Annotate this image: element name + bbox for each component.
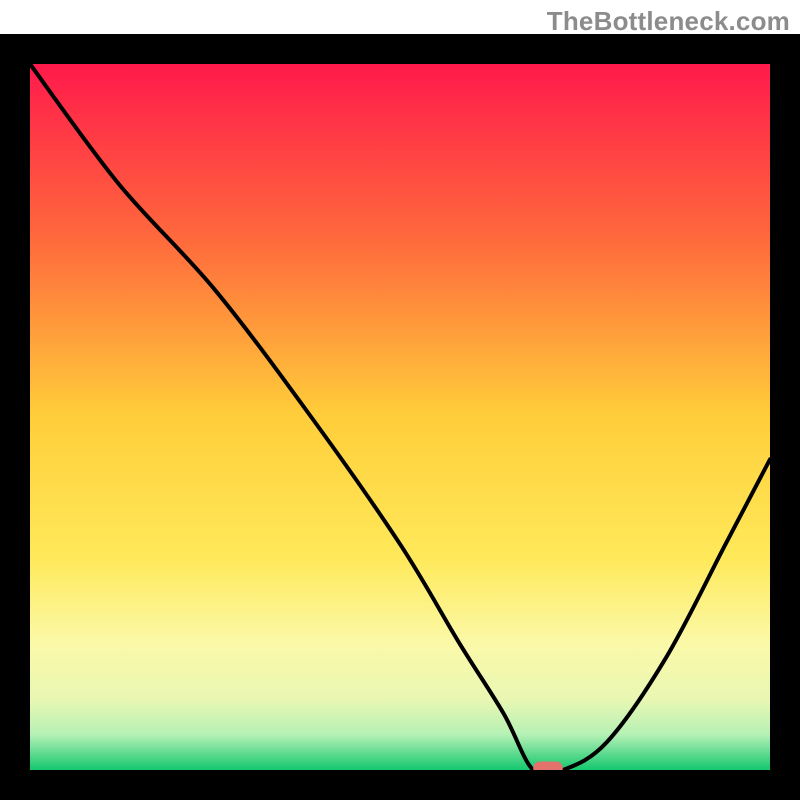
bottleneck-chart xyxy=(0,0,800,800)
gradient-background xyxy=(30,64,770,770)
watermark-text: TheBottleneck.com xyxy=(547,6,790,37)
chart-stage: TheBottleneck.com xyxy=(0,0,800,800)
